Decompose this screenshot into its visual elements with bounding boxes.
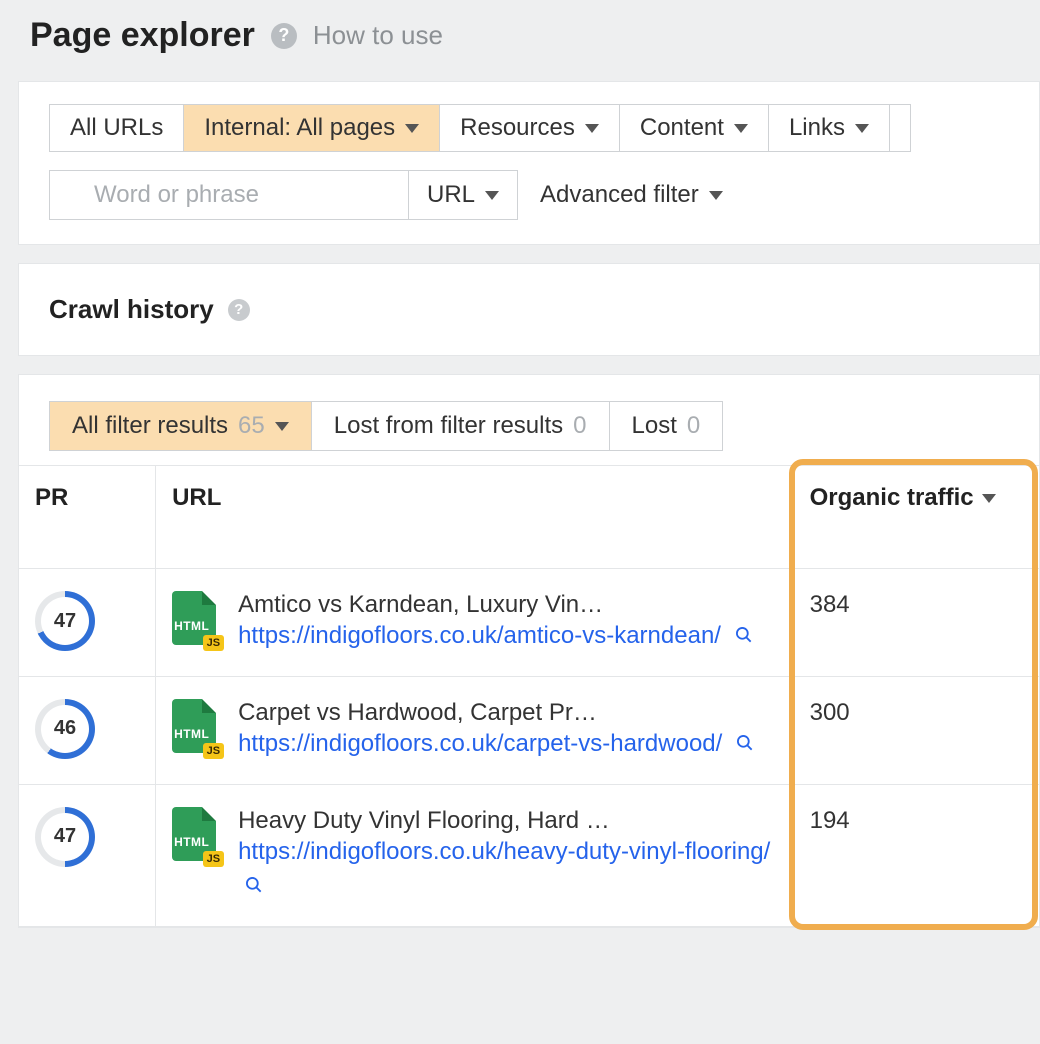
tab-count: 0 xyxy=(573,412,586,440)
url-scope-label: URL xyxy=(427,181,475,209)
search-group: URL xyxy=(49,170,518,220)
tab-label: All filter results xyxy=(72,412,228,440)
crawl-history-panel: Crawl history ? xyxy=(18,263,1040,356)
tab-label: Content xyxy=(640,114,724,142)
results-table: PR URL Organic traffic 47 HTMLJS Amtico vs… xyxy=(19,465,1039,927)
tab-label: All URLs xyxy=(70,114,163,142)
js-badge: JS xyxy=(203,743,224,759)
pr-cell: 47 xyxy=(19,569,156,677)
page-header: Page explorer ? How to use xyxy=(0,0,1040,81)
url-scope-select[interactable]: URL xyxy=(409,170,518,220)
search-input[interactable] xyxy=(49,170,409,220)
col-header-url[interactable]: URL xyxy=(156,466,794,569)
tab-count: 65 xyxy=(238,412,265,440)
pr-value: 47 xyxy=(54,825,76,848)
tab-more[interactable] xyxy=(889,104,911,152)
tab-count: 0 xyxy=(687,412,700,440)
organic-traffic-cell: 384 xyxy=(794,569,1039,677)
chevron-down-icon xyxy=(585,124,599,133)
pr-ring: 47 xyxy=(35,591,95,651)
table-row: 47 HTMLJS Heavy Duty Vinyl Flooring, Hard … xyxy=(19,784,1039,927)
tab-label: Lost xyxy=(632,412,677,440)
advanced-filter-button[interactable]: Advanced filter xyxy=(540,181,723,209)
url-cell: HTMLJS Heavy Duty Vinyl Flooring, Hard …h… xyxy=(156,784,794,927)
tab-label: Lost from filter results xyxy=(334,412,563,440)
table-row: 47 HTMLJS Amtico vs Karndean, Luxury Vin…h… xyxy=(19,569,1039,677)
organic-traffic-cell: 300 xyxy=(794,676,1039,784)
search-row: URL Advanced filter xyxy=(49,170,1039,220)
inspect-icon[interactable] xyxy=(734,625,754,645)
tab-content[interactable]: Content xyxy=(619,104,769,152)
pr-value: 46 xyxy=(54,717,76,740)
tab-label: Resources xyxy=(460,114,575,142)
tab-all-urls[interactable]: All URLs xyxy=(49,104,184,152)
filter-panel: All URLs Internal: All pages Resources C… xyxy=(18,81,1040,245)
results-panel: All filter results 65 Lost from filter r… xyxy=(18,374,1040,928)
search-wrap xyxy=(49,170,409,220)
url-cell: HTMLJS Amtico vs Karndean, Luxury Vin…htt… xyxy=(156,569,794,677)
pr-ring: 46 xyxy=(35,699,95,759)
tab-label: Links xyxy=(789,114,845,142)
crawl-history-title: Crawl history xyxy=(49,294,214,325)
pr-value: 47 xyxy=(54,610,76,633)
tab-all-filter-results[interactable]: All filter results 65 xyxy=(49,401,312,451)
tab-links[interactable]: Links xyxy=(768,104,890,152)
chevron-down-icon xyxy=(275,422,289,431)
tab-lost-from-filter[interactable]: Lost from filter results 0 xyxy=(311,401,610,451)
page-url-link[interactable]: https://indigofloors.co.uk/amtico-vs-kar… xyxy=(238,619,778,654)
tab-lost[interactable]: Lost 0 xyxy=(609,401,724,451)
page-url-link[interactable]: https://indigofloors.co.uk/carpet-vs-har… xyxy=(238,727,778,762)
chevron-down-icon xyxy=(734,124,748,133)
crawl-history-title-row: Crawl history ? xyxy=(49,294,1039,325)
pr-cell: 47 xyxy=(19,784,156,927)
tab-internal-all-pages[interactable]: Internal: All pages xyxy=(183,104,440,152)
html-file-icon: HTMLJS xyxy=(172,699,220,753)
help-icon[interactable]: ? xyxy=(228,299,250,321)
sort-desc-icon xyxy=(982,494,996,503)
chevron-down-icon xyxy=(485,191,499,200)
chevron-down-icon xyxy=(405,124,419,133)
results-tabs: All filter results 65 Lost from filter r… xyxy=(19,401,1039,451)
js-badge: JS xyxy=(203,851,224,867)
page-title: Page explorer xyxy=(30,16,255,55)
pr-ring: 47 xyxy=(35,807,95,867)
advanced-filter-label: Advanced filter xyxy=(540,181,699,209)
chevron-down-icon xyxy=(855,124,869,133)
organic-traffic-cell: 194 xyxy=(794,784,1039,927)
filter-tabs-row: All URLs Internal: All pages Resources C… xyxy=(49,104,1039,152)
tab-resources[interactable]: Resources xyxy=(439,104,620,152)
tab-label: Internal: All pages xyxy=(204,114,395,142)
col-header-organic-traffic[interactable]: Organic traffic xyxy=(794,466,1039,569)
page-url-link[interactable]: https://indigofloors.co.uk/heavy-duty-vi… xyxy=(238,835,778,905)
js-badge: JS xyxy=(203,635,224,651)
col-header-pr[interactable]: PR xyxy=(19,466,156,569)
col-header-label: Organic traffic xyxy=(810,484,974,512)
inspect-icon[interactable] xyxy=(244,875,264,895)
html-file-icon: HTMLJS xyxy=(172,591,220,645)
how-to-use-link[interactable]: How to use xyxy=(313,20,443,51)
chevron-down-icon xyxy=(709,191,723,200)
page-title-text: Amtico vs Karndean, Luxury Vin… xyxy=(238,591,778,619)
table-row: 46 HTMLJS Carpet vs Hardwood, Carpet Pr…ht… xyxy=(19,676,1039,784)
html-file-icon: HTMLJS xyxy=(172,807,220,861)
pr-cell: 46 xyxy=(19,676,156,784)
page-title-text: Carpet vs Hardwood, Carpet Pr… xyxy=(238,699,778,727)
help-icon[interactable]: ? xyxy=(271,23,297,49)
url-cell: HTMLJS Carpet vs Hardwood, Carpet Pr…http… xyxy=(156,676,794,784)
inspect-icon[interactable] xyxy=(735,733,755,753)
page-title-text: Heavy Duty Vinyl Flooring, Hard … xyxy=(238,807,778,835)
